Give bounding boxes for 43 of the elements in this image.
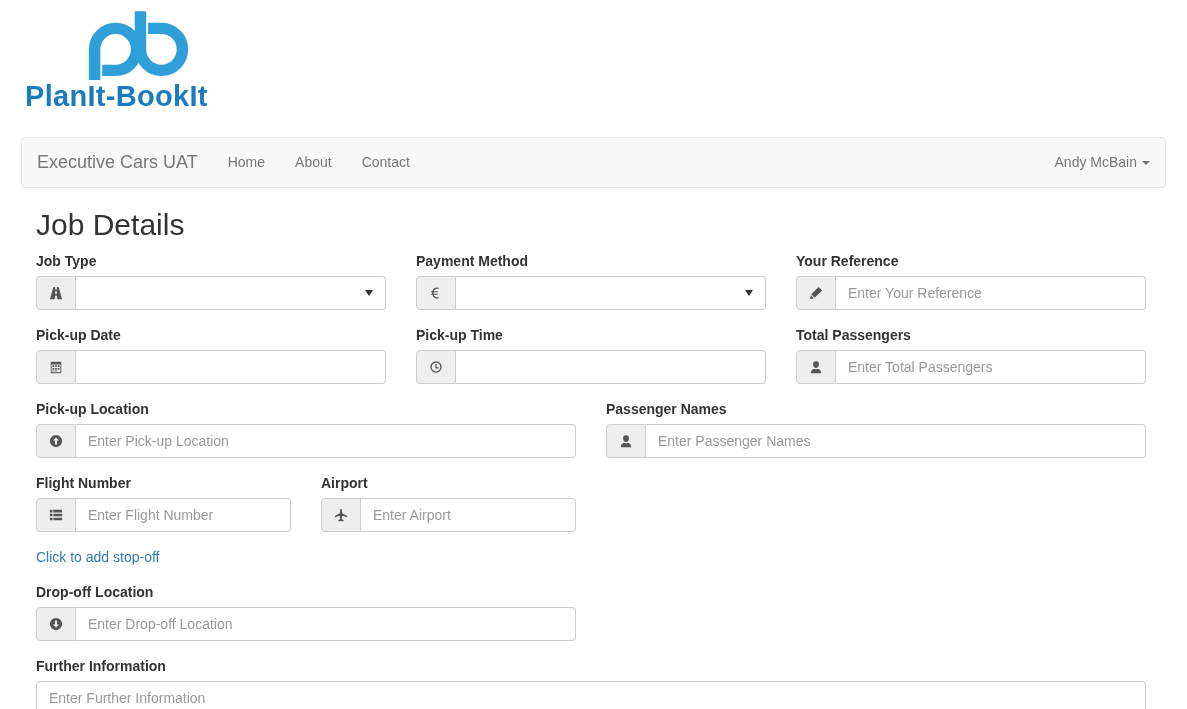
input-field[interactable]: Enter Your Reference [836,276,1146,310]
select-field[interactable] [456,276,766,310]
user-icon [809,360,823,374]
field-label: Pick-up Time [416,326,504,345]
input-field[interactable] [76,350,386,384]
text-area[interactable]: Enter Further Information [36,681,1146,709]
input-field[interactable]: Enter Pick-up Location [76,424,576,458]
input-field[interactable]: Enter Passenger Names [646,424,1146,458]
user-menu[interactable]: Andy McBain [1054,152,1150,173]
pencil-icon [809,286,823,300]
input-field[interactable]: Enter Flight Number [76,498,291,532]
list-icon [49,508,63,522]
logo-text: PlanIt-BookIt [25,81,209,111]
field-label: Pick-up Location [36,400,150,419]
field-label: Drop-off Location [36,583,155,602]
page-title: Job Details [36,207,186,243]
select-field[interactable] [76,276,386,310]
input-field[interactable] [456,350,766,384]
input-field[interactable]: Enter Total Passengers [836,350,1146,384]
nav-link[interactable]: Contact [346,152,425,173]
navbar-brand[interactable]: Executive Cars UAT [37,149,198,176]
field-label: Job Type [36,252,98,271]
caret-icon [365,290,373,296]
field-label: Airport [321,474,369,493]
road-icon [49,286,63,300]
calendar-icon [49,360,63,374]
airplane-icon [334,508,348,522]
input-field[interactable]: Enter Airport [361,498,576,532]
field-label: Total Passengers [796,326,912,345]
add-stop-off-link[interactable]: Click to add stop-off [36,547,1146,567]
field-label: Passenger Names [606,400,728,419]
input-field[interactable]: Enter Drop-off Location [76,607,576,641]
nav-link[interactable]: About [280,152,347,173]
caret-icon [745,290,753,296]
field-label: Further Information [36,657,167,676]
clock-icon [429,360,443,374]
field-label: Pick-up Date [36,326,122,345]
nav-link[interactable]: Home [212,152,281,173]
caret-icon [1142,160,1150,165]
field-label: Payment Method [416,252,529,271]
field-label: Your Reference [796,252,900,271]
field-label: Flight Number [36,474,132,493]
user-icon [619,434,633,448]
